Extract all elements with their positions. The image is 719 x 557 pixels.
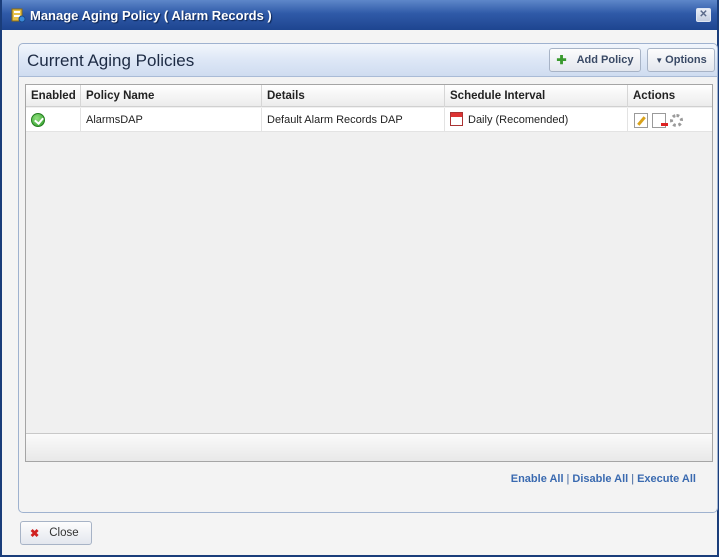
policy-name-cell: AlarmsDAP bbox=[81, 108, 262, 132]
column-header-actions[interactable]: Actions bbox=[628, 85, 712, 107]
enabled-cell bbox=[26, 108, 81, 132]
enable-all-link[interactable]: Enable All bbox=[511, 473, 564, 485]
add-policy-button[interactable]: ✚ Add Policy bbox=[549, 48, 641, 72]
table-footer bbox=[26, 433, 712, 461]
schedule-interval-cell: Daily (Recomended) bbox=[445, 108, 628, 132]
actions-cell bbox=[628, 108, 712, 132]
add-policy-label: Add Policy bbox=[576, 54, 634, 66]
options-label: Options bbox=[665, 54, 707, 66]
check-circle-icon[interactable] bbox=[31, 113, 45, 127]
gear-icon[interactable] bbox=[670, 114, 683, 127]
column-header-policy-name[interactable]: Policy Name bbox=[81, 85, 262, 107]
table-row[interactable]: AlarmsDAP Default Alarm Records DAP Dail… bbox=[26, 108, 712, 132]
link-separator: | bbox=[566, 473, 570, 485]
panel-title: Current Aging Policies bbox=[27, 51, 195, 70]
manage-aging-policy-window: Manage Aging Policy ( Alarm Records ) ✕ … bbox=[0, 0, 719, 557]
table-header: Enabled Policy Name Details Schedule Int… bbox=[26, 85, 712, 107]
close-icon: ✖ bbox=[30, 527, 40, 540]
aging-policies-panel: Current Aging Policies ✚ Add Policy ▼ Op… bbox=[18, 43, 718, 513]
close-button[interactable]: ✖ Close bbox=[20, 521, 92, 545]
close-label: Close bbox=[49, 527, 79, 539]
plus-icon: ✚ bbox=[556, 53, 567, 67]
column-header-schedule-interval[interactable]: Schedule Interval bbox=[445, 85, 628, 107]
edit-icon[interactable] bbox=[634, 113, 648, 128]
execute-all-link[interactable]: Execute All bbox=[637, 473, 696, 485]
panel-header: Current Aging Policies ✚ Add Policy ▼ Op… bbox=[19, 44, 717, 77]
calendar-icon bbox=[450, 112, 463, 127]
column-header-enabled[interactable]: Enabled bbox=[26, 85, 81, 107]
window-close-icon[interactable]: ✕ bbox=[696, 8, 711, 22]
window-title: Manage Aging Policy ( Alarm Records ) bbox=[30, 7, 272, 23]
policies-table: Enabled Policy Name Details Schedule Int… bbox=[25, 84, 713, 462]
delete-icon[interactable] bbox=[652, 113, 668, 128]
disable-all-link[interactable]: Disable All bbox=[572, 473, 628, 485]
database-icon bbox=[10, 7, 26, 23]
details-cell: Default Alarm Records DAP bbox=[262, 108, 445, 132]
caret-down-icon: ▼ bbox=[655, 55, 664, 65]
bulk-action-links: Enable All | Disable All | Execute All bbox=[511, 473, 696, 485]
title-bar[interactable]: Manage Aging Policy ( Alarm Records ) ✕ bbox=[2, 0, 717, 30]
schedule-interval-text: Daily (Recomended) bbox=[468, 114, 569, 126]
column-header-details[interactable]: Details bbox=[262, 85, 445, 107]
options-button[interactable]: ▼ Options bbox=[647, 48, 715, 72]
link-separator: | bbox=[631, 473, 635, 485]
